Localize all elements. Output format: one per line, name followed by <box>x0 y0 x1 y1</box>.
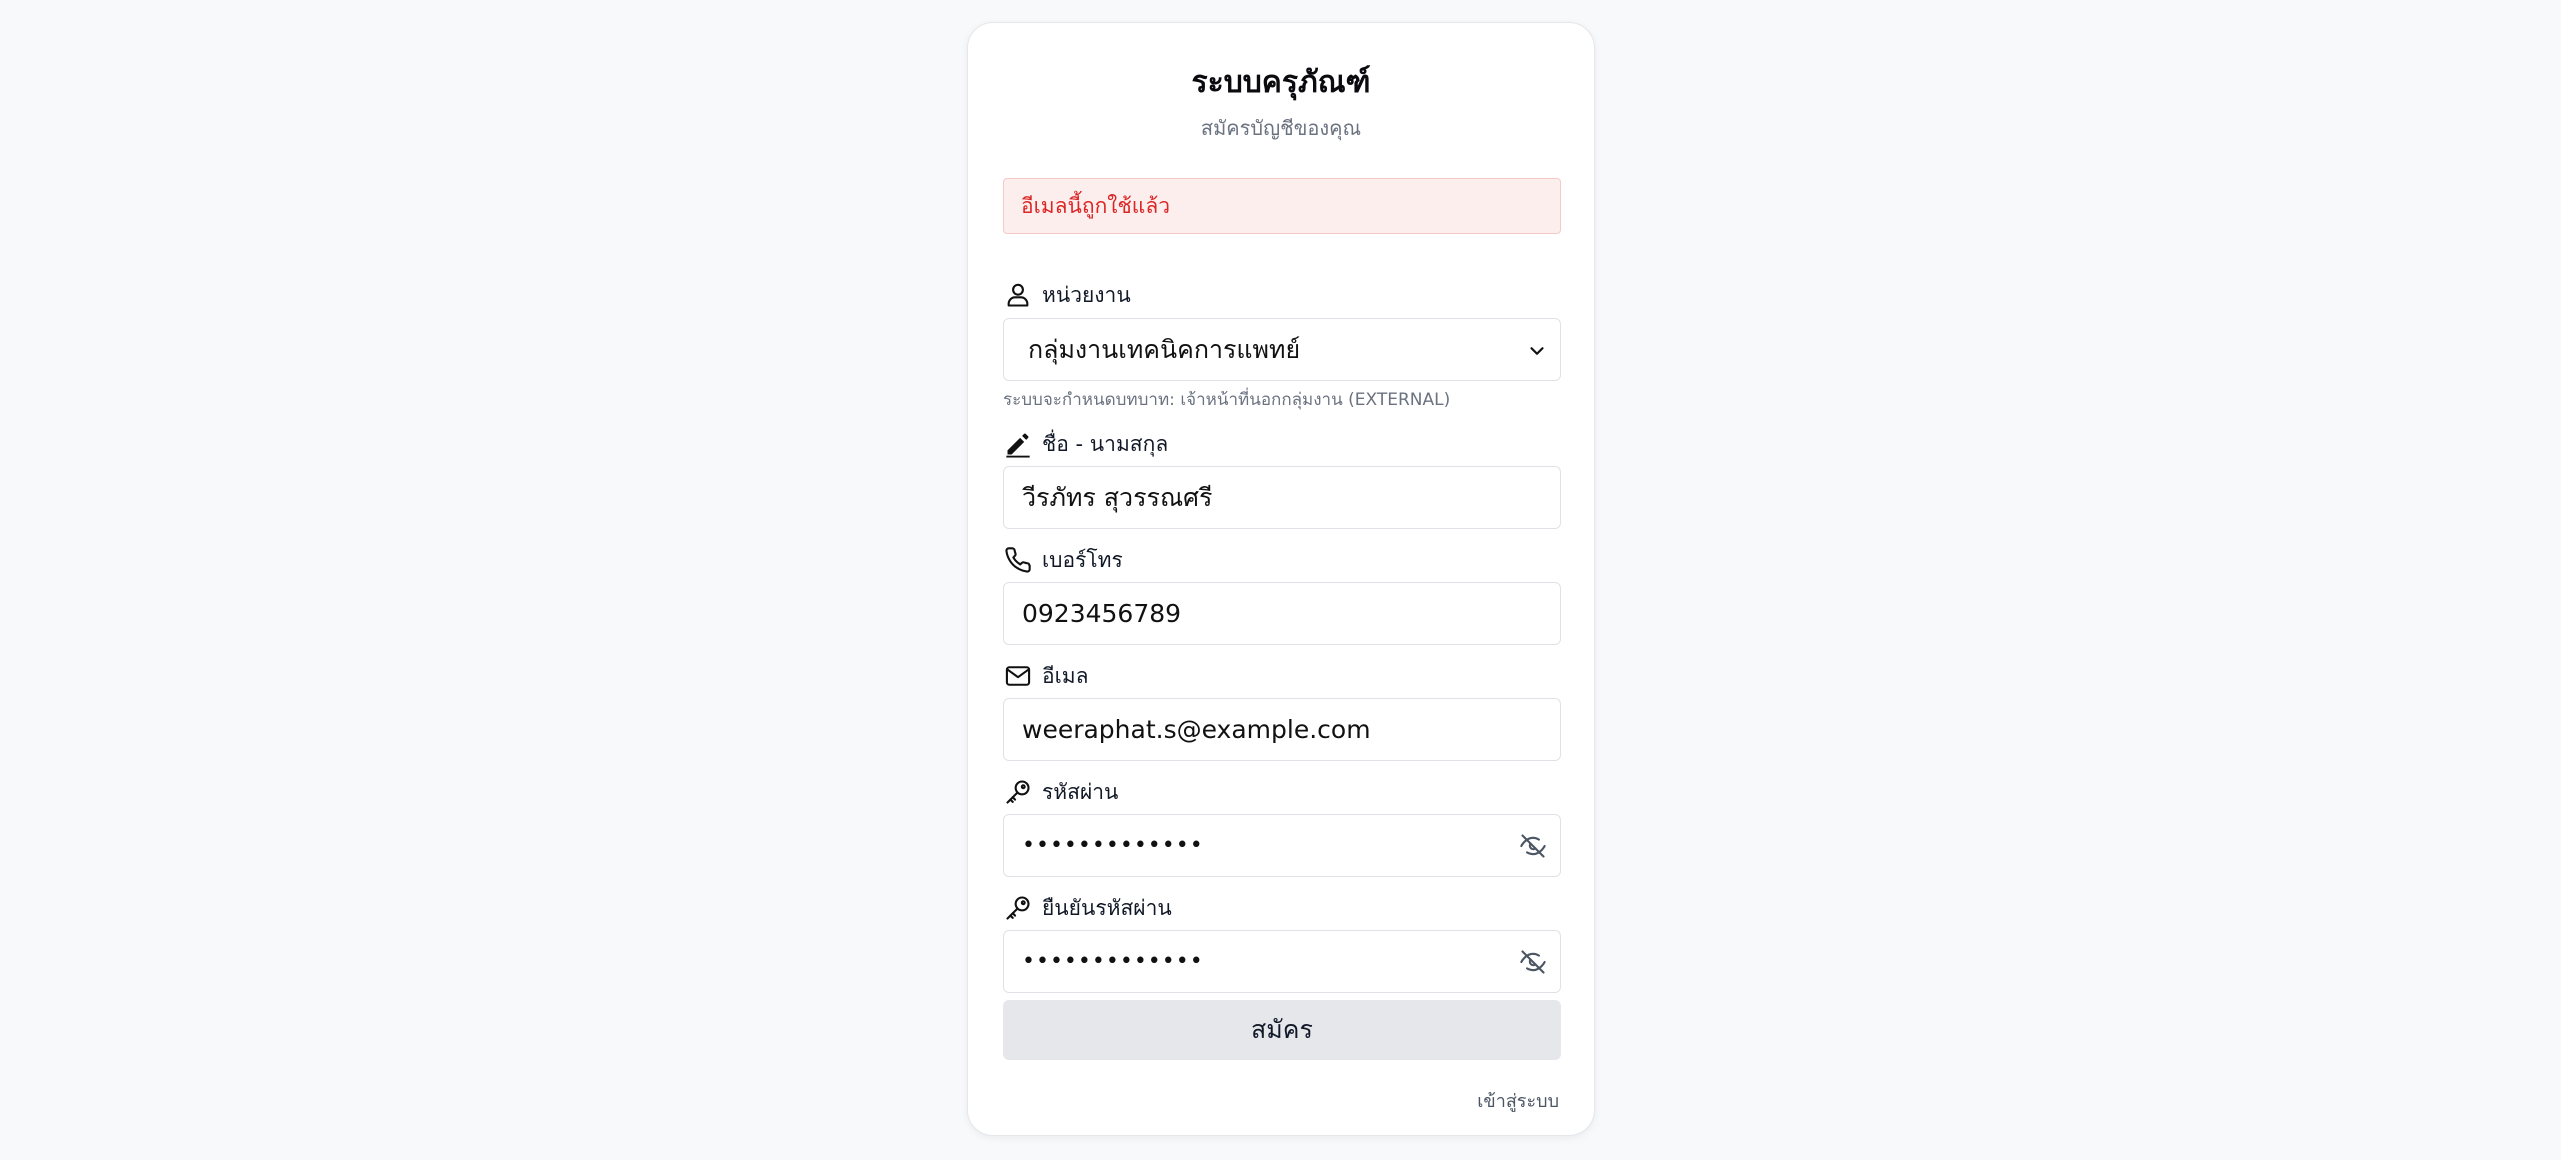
mail-icon <box>1003 661 1033 691</box>
full-name-value: วีรภัทร สุวรรณศรี <box>1022 482 1213 512</box>
phone-input[interactable]: 0923456789 <box>1003 582 1561 645</box>
key-icon <box>1003 777 1033 807</box>
phone-icon <box>1003 545 1033 575</box>
phone-label: เบอร์โทร <box>1003 543 1123 577</box>
confirm-password-label: ยืนยันรหัสผ่าน <box>1003 891 1172 925</box>
email-label-text: อีเมล <box>1042 663 1089 688</box>
password-label-text: รหัสผ่าน <box>1042 779 1119 804</box>
page-subtitle: สมัครบัญชีของคุณ <box>1200 116 1362 140</box>
department-select[interactable]: กลุ่มงานเทคนิคการแพทย์ <box>1003 318 1561 381</box>
department-label-text: หน่วยงาน <box>1042 282 1131 307</box>
key-icon <box>1003 893 1033 923</box>
password-input[interactable]: ••••••••••••• <box>1003 814 1561 877</box>
email-label: อีเมล <box>1003 659 1089 693</box>
chevron-down-icon <box>1526 339 1548 361</box>
phone-value: 0923456789 <box>1022 599 1182 628</box>
password-value: ••••••••••••• <box>1022 833 1204 858</box>
full-name-input[interactable]: วีรภัทร สุวรรณศรี <box>1003 466 1561 529</box>
eye-off-icon[interactable] <box>1518 947 1548 977</box>
email-input[interactable]: weeraphat.s@example.com <box>1003 698 1561 761</box>
user-icon <box>1003 280 1033 310</box>
error-alert: อีเมลนี้ถูกใช้แล้ว <box>1003 178 1561 234</box>
phone-label-text: เบอร์โทร <box>1042 547 1123 572</box>
email-value: weeraphat.s@example.com <box>1022 715 1371 744</box>
register-button[interactable]: สมัคร <box>1003 1000 1561 1060</box>
department-label: หน่วยงาน <box>1003 278 1131 312</box>
pencil-icon <box>1003 429 1033 459</box>
password-label: รหัสผ่าน <box>1003 775 1118 809</box>
full-name-label: ชื่อ - นามสกุล <box>1003 427 1168 461</box>
role-helper-text: ระบบจะกำหนดบทบาท: เจ้าหน้าที่นอกกลุ่มงาน… <box>1003 390 1451 410</box>
page-title: ระบบครุภัณฑ์ <box>1191 65 1371 100</box>
full-name-label-text: ชื่อ - นามสกุล <box>1042 431 1169 456</box>
login-link[interactable]: เข้าสู่ระบบ <box>1477 1086 1559 1115</box>
confirm-password-input[interactable]: ••••••••••••• <box>1003 930 1561 993</box>
register-card: ระบบครุภัณฑ์ สมัครบัญชีของคุณ อีเมลนี้ถู… <box>967 22 1595 1136</box>
confirm-password-label-text: ยืนยันรหัสผ่าน <box>1042 895 1172 920</box>
department-selected-value: กลุ่มงานเทคนิคการแพทย์ <box>1028 334 1301 364</box>
confirm-password-value: ••••••••••••• <box>1022 949 1204 974</box>
eye-off-icon[interactable] <box>1518 831 1548 861</box>
